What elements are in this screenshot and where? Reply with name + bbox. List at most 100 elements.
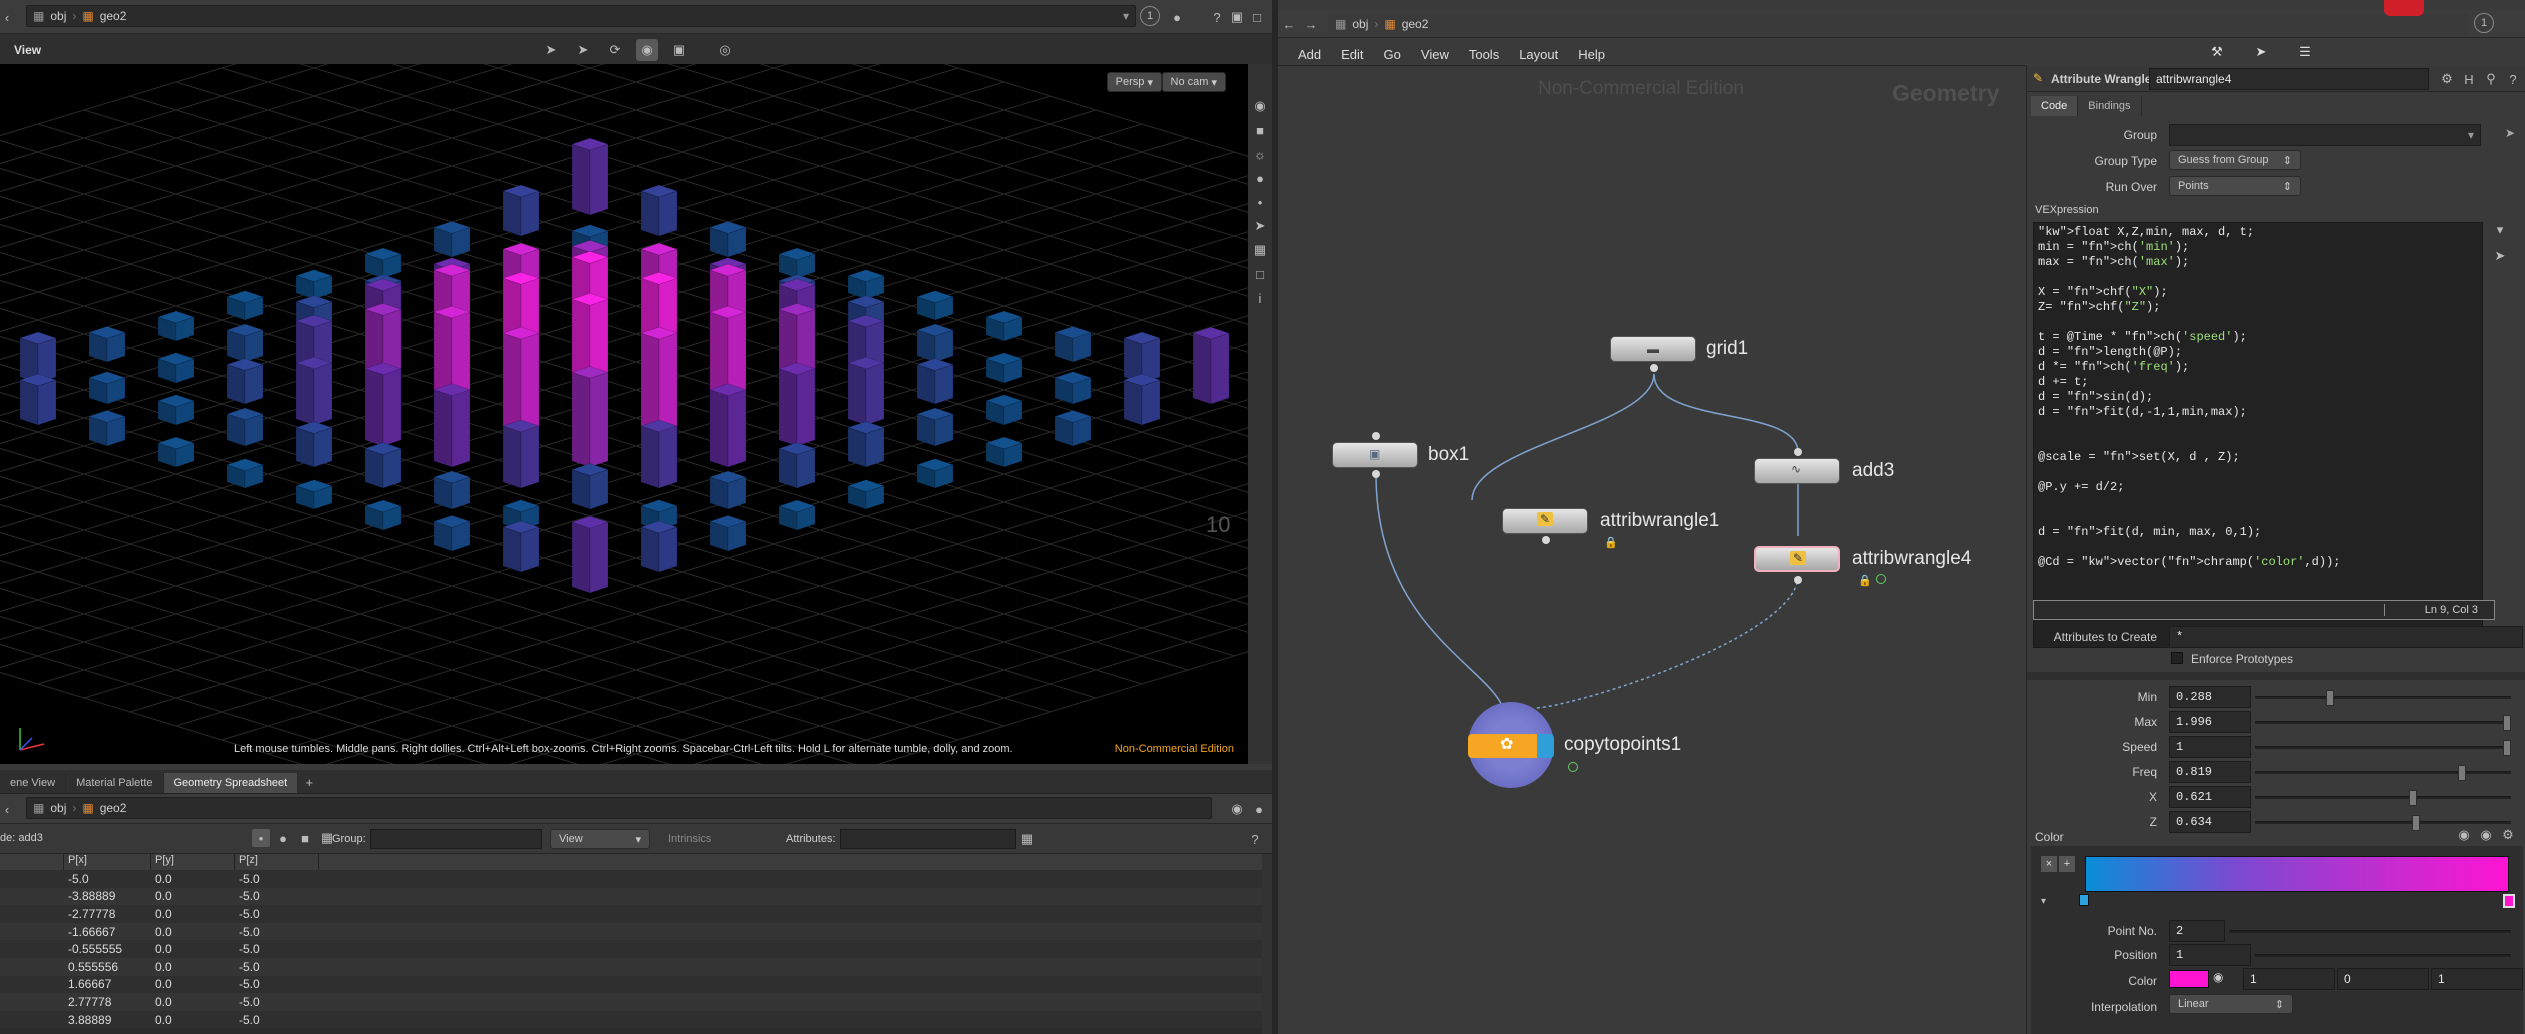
grid-icon[interactable]: ▦	[1249, 240, 1271, 260]
menu-layout[interactable]: Layout	[1519, 47, 1558, 65]
view-dropdown[interactable]: View ▾	[550, 829, 650, 849]
net-back-icon[interactable]: ←	[1278, 13, 1300, 35]
table-row[interactable]: -3.88889 0.0 -5.0	[0, 887, 1262, 906]
slider-handle[interactable]	[2458, 765, 2467, 781]
slider-track[interactable]	[2255, 690, 2511, 706]
menu-help[interactable]: Help	[1578, 47, 1605, 65]
color-g-input[interactable]: 0	[2337, 968, 2429, 990]
shading-icon[interactable]: ●	[1249, 168, 1271, 188]
vex-editor[interactable]: "kw">float X,Z,min, max, d, t; min = "fn"…	[2033, 222, 2483, 648]
sheet-help-icon[interactable]: ?	[1244, 828, 1266, 850]
link-icon[interactable]: ●	[1166, 6, 1188, 28]
help-icon[interactable]: ?	[1206, 6, 1228, 28]
slider-handle[interactable]	[2412, 815, 2421, 831]
arrow-icon[interactable]: ➤	[2489, 248, 2511, 264]
table-row[interactable]: -2.77778 0.0 -5.0	[0, 905, 1262, 923]
col-pz[interactable]: P[z]	[235, 854, 319, 870]
help-icon[interactable]: H	[2459, 68, 2479, 90]
table-row[interactable]: 1.66667 0.0 -5.0	[0, 975, 1262, 994]
position-slider[interactable]	[2255, 954, 2511, 957]
slider-track[interactable]	[2255, 715, 2511, 731]
select-pick-icon[interactable]: ➤	[572, 39, 594, 61]
table-row[interactable]: 2.77778 0.0 -5.0	[0, 993, 1262, 1011]
tab-scene-view[interactable]: ene View	[0, 773, 67, 793]
transform-tool-icon[interactable]: ⟳	[604, 39, 626, 61]
slider-handle[interactable]	[2409, 790, 2417, 806]
sheet-link-icon[interactable]: ●	[1248, 798, 1270, 820]
ortho-icon[interactable]: □	[1249, 264, 1271, 284]
preset-icon[interactable]: ◉	[2477, 826, 2495, 844]
ramp-key-start[interactable]	[2079, 894, 2089, 906]
ramp-remove-icon[interactable]: ×	[2041, 856, 2057, 872]
sheet-scrollbar[interactable]	[1262, 854, 1272, 1034]
pin-icon[interactable]: 1	[1140, 6, 1160, 26]
param-node-name[interactable]: attribwrangle4	[2149, 68, 2429, 90]
node-attribwrangle1-output[interactable]	[1542, 536, 1550, 544]
add-tab-icon[interactable]: +	[298, 771, 320, 793]
table-row[interactable]: -1.66667 0.0 -5.0	[0, 922, 1262, 941]
sheet-back-icon[interactable]: ‹	[0, 798, 14, 820]
path-dropdown-icon[interactable]: ▾	[1123, 9, 1129, 23]
search-icon[interactable]: ⚲	[2481, 68, 2501, 90]
maximize-icon[interactable]: □	[1246, 6, 1268, 28]
table-row[interactable]: 0.555556 0.0 -5.0	[0, 957, 1262, 976]
network-path-field[interactable]: ▦ obj › ▦ geo2	[1328, 13, 2468, 35]
col-py[interactable]: P[y]	[151, 854, 235, 870]
color-ramp[interactable]	[2085, 856, 2509, 892]
slider-value-input[interactable]: 0.621	[2169, 786, 2251, 808]
select-icon[interactable]: ➤	[2252, 43, 2270, 61]
slider-value-input[interactable]: 0.634	[2169, 811, 2251, 833]
gear-icon[interactable]: ⚙	[2437, 68, 2457, 90]
point-no-input[interactable]: 2	[2169, 920, 2225, 942]
group-type-dropdown[interactable]: Guess from Group ⇕	[2169, 150, 2301, 170]
point-no-slider[interactable]	[2229, 930, 2511, 933]
back-arrow-icon[interactable]: ‹	[0, 6, 14, 28]
color-swatch[interactable]	[2169, 970, 2209, 988]
net-path-node[interactable]: geo2	[1402, 17, 1429, 31]
group-select-icon[interactable]: ➤	[2505, 126, 2515, 140]
view-tool-icon[interactable]: ◉	[636, 39, 658, 61]
sheet-pin-icon[interactable]: ◉	[1226, 798, 1248, 820]
slider-track[interactable]	[2255, 790, 2511, 806]
slider-handle[interactable]	[2326, 690, 2335, 706]
node-box1[interactable]: ▣	[1332, 442, 1418, 468]
node-attribwrangle4-output[interactable]	[1794, 576, 1802, 584]
no-cam-button[interactable]: No cam ▾	[1161, 72, 1226, 92]
menu-edit[interactable]: Edit	[1341, 47, 1363, 65]
run-over-dropdown[interactable]: Points ⇕	[2169, 176, 2301, 196]
menu-add[interactable]: Add	[1298, 47, 1321, 65]
sheet-path-root[interactable]: obj	[50, 801, 66, 815]
wrench-icon[interactable]: ⚒	[2208, 43, 2226, 61]
persp-camera-button[interactable]: Persp ▾	[1106, 72, 1162, 92]
node-attribwrangle1[interactable]: ✎	[1502, 508, 1588, 534]
menu-go[interactable]: Go	[1384, 47, 1401, 65]
render-icon[interactable]: ◎	[714, 39, 736, 61]
help-icon[interactable]: ?	[2503, 68, 2523, 90]
menu-tools[interactable]: Tools	[1469, 47, 1499, 65]
slider-track[interactable]	[2255, 765, 2511, 781]
color-picker-icon[interactable]: ◉	[2213, 970, 2223, 984]
node-add3[interactable]: ∿	[1754, 458, 1840, 484]
color-b-input[interactable]: 1	[2431, 968, 2523, 990]
menu-view[interactable]: View	[1421, 47, 1449, 65]
table-row[interactable]: -0.555555 0.0 -5.0	[0, 940, 1262, 958]
tab-bindings[interactable]: Bindings	[2078, 96, 2142, 116]
spreadsheet[interactable]: P[x] P[y] P[z] -5.0 0.0 -5.0 -3.88889 0.0 -5.…	[0, 854, 1262, 1034]
slider-handle[interactable]	[2502, 715, 2511, 731]
node-box1-input[interactable]	[1372, 432, 1380, 440]
viewport-canvas[interactable]: Persp ▾ No cam ▾ 10 Left mouse tumbles. …	[0, 64, 1248, 764]
slider-handle[interactable]	[2503, 740, 2511, 756]
sheet-path-node[interactable]: geo2	[100, 801, 127, 815]
slider-track[interactable]	[2255, 815, 2511, 831]
node-grid1[interactable]: ▬	[1610, 336, 1696, 362]
col-px[interactable]: P[x]	[64, 854, 151, 870]
expand-icon[interactable]: ▾	[2489, 222, 2511, 238]
gear-icon[interactable]: ⚙	[2499, 826, 2517, 844]
slider-value-input[interactable]: 1.996	[2169, 711, 2251, 733]
group-param-input[interactable]: ▾	[2169, 124, 2481, 146]
node-grid1-output[interactable]	[1650, 364, 1658, 372]
enforce-checkbox[interactable]	[2171, 652, 2183, 664]
path-node[interactable]: geo2	[100, 9, 127, 23]
net-pin-icon[interactable]: 1	[2474, 13, 2494, 33]
filter-menu-icon[interactable]: ▦	[1016, 828, 1038, 850]
